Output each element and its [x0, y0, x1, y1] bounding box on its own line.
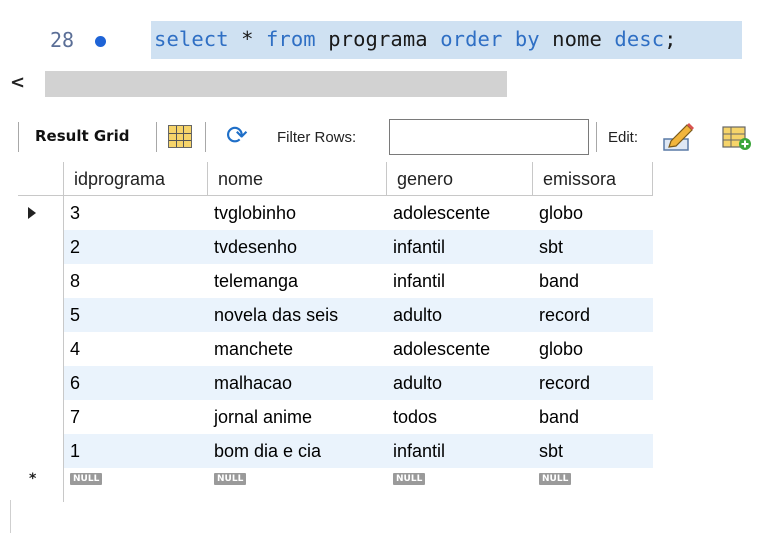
toolbar-separator: [596, 122, 597, 152]
row-marker[interactable]: [18, 196, 64, 230]
row-marker[interactable]: [18, 434, 64, 468]
result-toolbar: Result Grid ⟳ Filter Rows: Edit:: [0, 116, 768, 158]
sql-text: *: [228, 27, 266, 51]
table-row[interactable]: 3 tvglobinho adolescente globo: [18, 196, 653, 230]
cell-genero[interactable]: todos: [387, 400, 533, 434]
column-header-nome[interactable]: nome: [208, 162, 387, 196]
table-row[interactable]: 5 novela das seis adulto record: [18, 298, 653, 332]
grid-header-row[interactable]: idprograma nome genero emissora: [18, 162, 653, 196]
sql-keyword: order by: [440, 27, 540, 51]
toolbar-separator: [156, 122, 157, 152]
filter-rows-input[interactable]: [389, 119, 589, 155]
row-marker[interactable]: [18, 366, 64, 400]
row-marker[interactable]: [18, 264, 64, 298]
null-badge[interactable]: NULL: [70, 473, 103, 485]
cell-emissora[interactable]: record: [533, 298, 653, 332]
row-marker[interactable]: [18, 400, 64, 434]
cell-nome[interactable]: tvdesenho: [208, 230, 387, 264]
edit-label: Edit:: [608, 129, 639, 146]
cell-emissora[interactable]: record: [533, 366, 653, 400]
cell-idprograma[interactable]: 8: [64, 264, 208, 298]
null-badge[interactable]: NULL: [393, 473, 426, 485]
cell-emissora[interactable]: sbt: [533, 230, 653, 264]
row-marker-header: [18, 162, 64, 196]
row-marker[interactable]: [18, 332, 64, 366]
cell-genero[interactable]: adulto: [387, 366, 533, 400]
statement-marker-icon: [95, 36, 106, 47]
sql-keyword: desc: [614, 27, 665, 51]
cell-genero[interactable]: infantil: [387, 434, 533, 468]
cell-emissora[interactable]: band: [533, 400, 653, 434]
sql-statement[interactable]: select * from programa order by nome des…: [154, 27, 677, 51]
cell-nome[interactable]: novela das seis: [208, 298, 387, 332]
sql-text: programa: [315, 27, 441, 51]
cell-genero[interactable]: adolescente: [387, 332, 533, 366]
cell-idprograma[interactable]: 2: [64, 230, 208, 264]
toolbar-separator: [18, 122, 19, 152]
null-badge[interactable]: NULL: [539, 473, 572, 485]
table-row[interactable]: 6 malhacao adulto record: [18, 366, 653, 400]
result-grid-tab[interactable]: Result Grid: [35, 127, 129, 145]
cell-emissora[interactable]: globo: [533, 196, 653, 230]
cell-idprograma[interactable]: 5: [64, 298, 208, 332]
current-row-pointer-icon: [28, 207, 36, 219]
cell-genero[interactable]: adulto: [387, 298, 533, 332]
row-marker[interactable]: [18, 298, 64, 332]
cell-emissora[interactable]: globo: [533, 332, 653, 366]
sql-keyword: select: [154, 27, 229, 51]
scrollbar-thumb[interactable]: [45, 71, 507, 97]
new-row[interactable]: * NULL NULL NULL NULL: [18, 468, 653, 502]
cell-genero[interactable]: infantil: [387, 230, 533, 264]
table-row[interactable]: 8 telemanga infantil band: [18, 264, 653, 298]
column-header-emissora[interactable]: emissora: [533, 162, 653, 196]
table-row[interactable]: 7 jornal anime todos band: [18, 400, 653, 434]
row-marker[interactable]: [18, 230, 64, 264]
add-row-icon[interactable]: [722, 125, 752, 151]
horizontal-scrollbar[interactable]: <: [0, 68, 768, 100]
cell-genero[interactable]: infantil: [387, 264, 533, 298]
edit-pencil-icon[interactable]: [661, 121, 695, 153]
refresh-icon[interactable]: ⟳: [226, 122, 248, 150]
null-badge[interactable]: NULL: [214, 473, 247, 485]
sql-text: nome: [539, 27, 615, 51]
column-header-genero[interactable]: genero: [387, 162, 533, 196]
cell-emissora[interactable]: sbt: [533, 434, 653, 468]
row-marker-new[interactable]: *: [18, 468, 64, 502]
cell-nome[interactable]: malhacao: [208, 366, 387, 400]
cell-nome[interactable]: jornal anime: [208, 400, 387, 434]
line-number: 28: [50, 28, 75, 52]
cell-idprograma[interactable]: 1: [64, 434, 208, 468]
table-row[interactable]: 1 bom dia e cia infantil sbt: [18, 434, 653, 468]
cell-nome[interactable]: bom dia e cia: [208, 434, 387, 468]
cell-emissora[interactable]: band: [533, 264, 653, 298]
new-row-star-icon: *: [29, 471, 37, 487]
column-header-idprograma[interactable]: idprograma: [64, 162, 208, 196]
cell-nome[interactable]: tvglobinho: [208, 196, 387, 230]
cell-idprograma[interactable]: 6: [64, 366, 208, 400]
cell-nome[interactable]: manchete: [208, 332, 387, 366]
sql-keyword: from: [265, 27, 316, 51]
cell-idprograma[interactable]: 4: [64, 332, 208, 366]
cell-genero[interactable]: adolescente: [387, 196, 533, 230]
toolbar-separator: [205, 122, 206, 152]
grid-layout-icon[interactable]: [168, 125, 192, 148]
cell-idprograma[interactable]: 3: [64, 196, 208, 230]
filter-rows-label: Filter Rows:: [277, 129, 357, 146]
cell-nome[interactable]: telemanga: [208, 264, 387, 298]
scroll-left-arrow-icon[interactable]: <: [10, 72, 25, 93]
panel-edge: [10, 500, 11, 533]
sql-editor-line[interactable]: 28 select * from programa order by nome …: [0, 14, 768, 66]
cell-idprograma[interactable]: 7: [64, 400, 208, 434]
table-row[interactable]: 4 manchete adolescente globo: [18, 332, 653, 366]
sql-text: ;: [664, 27, 677, 51]
table-row[interactable]: 2 tvdesenho infantil sbt: [18, 230, 653, 264]
